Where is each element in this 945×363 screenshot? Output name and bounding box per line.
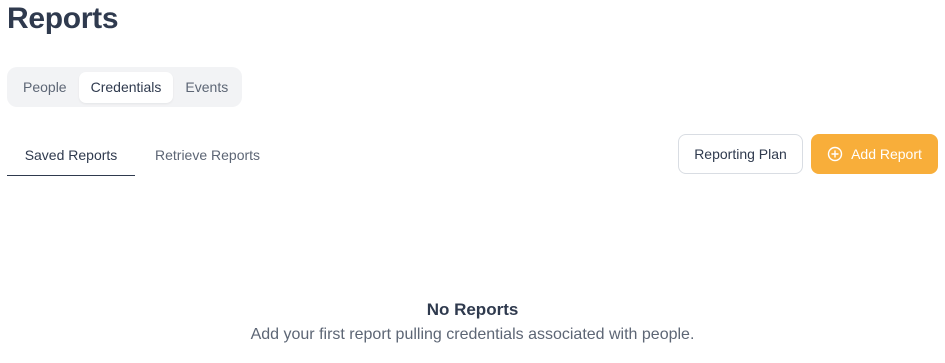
tab-saved-reports[interactable]: Saved Reports	[7, 134, 135, 176]
tab-people[interactable]: People	[11, 72, 79, 103]
tab-credentials[interactable]: Credentials	[78, 71, 174, 103]
add-report-label: Add Report	[851, 146, 922, 162]
reporting-plan-label: Reporting Plan	[694, 146, 787, 162]
tab-retrieve-reports[interactable]: Retrieve Reports	[155, 134, 260, 176]
empty-state-title: No Reports	[426, 300, 519, 319]
plus-circle-icon	[827, 146, 843, 162]
reporting-plan-button[interactable]: Reporting Plan	[678, 134, 803, 174]
page-title: Reports	[7, 2, 119, 35]
tab-events[interactable]: Events	[173, 72, 240, 103]
empty-state-message: Add your first report pulling credential…	[250, 326, 695, 343]
category-segmented-control: People Credentials Events	[7, 67, 242, 107]
add-report-button[interactable]: Add Report	[811, 134, 938, 174]
report-subtabs: Saved Reports Retrieve Reports	[7, 134, 260, 176]
